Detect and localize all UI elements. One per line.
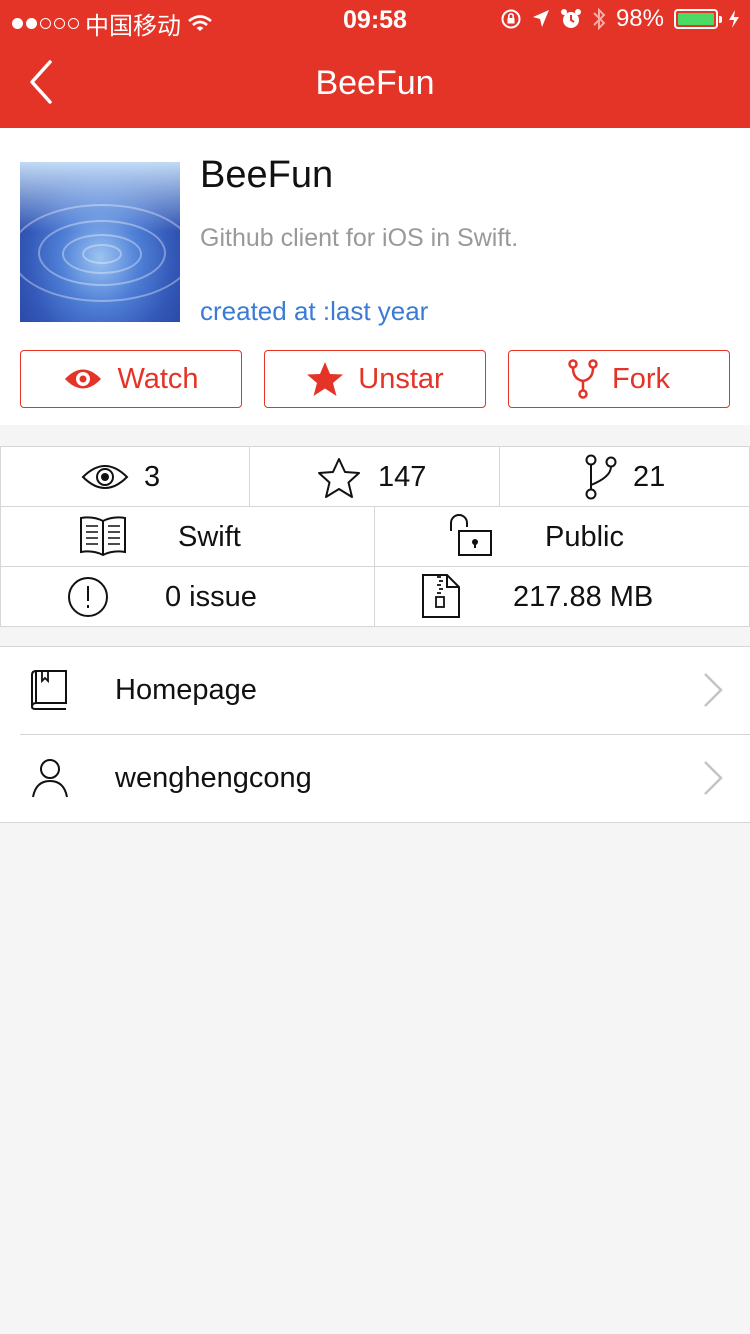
unlock-icon bbox=[450, 514, 492, 556]
zip-file-icon bbox=[422, 574, 460, 618]
chevron-right-icon bbox=[704, 761, 723, 795]
unstar-label: Unstar bbox=[358, 362, 444, 395]
repo-header: BeeFun Github client for iOS in Swift. c… bbox=[0, 128, 750, 425]
issues-label: 0 issue bbox=[165, 581, 257, 613]
watchers-count: 3 bbox=[144, 461, 161, 493]
alarm-icon bbox=[560, 9, 581, 28]
rotation-lock-icon bbox=[501, 9, 521, 29]
repo-description: Github client for iOS in Swift. bbox=[200, 224, 519, 252]
forks-count: 21 bbox=[633, 461, 666, 493]
forks-stat[interactable]: 21 bbox=[500, 447, 750, 507]
battery-percent: 98% bbox=[615, 5, 664, 32]
links-list: Homepage wenghengcong bbox=[0, 646, 750, 823]
owner-row[interactable]: wenghengcong bbox=[20, 734, 750, 822]
user-icon bbox=[32, 759, 68, 798]
visibility-label: Public bbox=[545, 521, 624, 553]
charging-icon bbox=[729, 10, 739, 28]
location-icon bbox=[532, 10, 549, 27]
navigation-bar: BeeFun bbox=[0, 40, 750, 128]
homepage-row[interactable]: Homepage bbox=[0, 647, 750, 734]
nav-title: BeeFun bbox=[315, 64, 435, 102]
language-label: Swift bbox=[178, 521, 241, 553]
language-stat: Swift bbox=[0, 507, 375, 567]
star-filled-icon bbox=[307, 362, 344, 396]
book-icon bbox=[80, 516, 126, 557]
repo-avatar bbox=[20, 162, 180, 322]
bookmark-book-icon bbox=[30, 670, 67, 710]
stars-stat[interactable]: 147 bbox=[250, 447, 500, 507]
visibility-stat: Public bbox=[375, 507, 750, 567]
fork-label: Fork bbox=[612, 362, 670, 395]
owner-label: wenghengcong bbox=[115, 762, 312, 794]
repo-created-date: created at :last year bbox=[200, 296, 429, 326]
star-outline-icon bbox=[318, 458, 360, 498]
watch-button[interactable]: Watch bbox=[20, 350, 242, 408]
status-bar: 中国移动 09:58 98% bbox=[0, 0, 750, 40]
status-right: 98% bbox=[500, 5, 740, 33]
watchers-stat[interactable]: 3 bbox=[0, 447, 250, 507]
stars-count: 147 bbox=[378, 461, 427, 493]
issues-stat[interactable]: 0 issue bbox=[0, 567, 375, 627]
battery-icon bbox=[674, 9, 722, 29]
size-stat: 217.88 MB bbox=[375, 567, 750, 627]
fork-icon bbox=[568, 359, 598, 399]
eye-icon bbox=[65, 369, 102, 389]
branch-icon bbox=[585, 454, 617, 500]
repo-name: BeeFun bbox=[200, 154, 334, 196]
bluetooth-icon bbox=[593, 7, 606, 31]
homepage-label: Homepage bbox=[115, 674, 257, 706]
watch-label: Watch bbox=[117, 362, 199, 395]
repo-stats-grid: 3 147 21 Swift Public 0 issue 217.88 MB bbox=[0, 446, 750, 627]
fork-button[interactable]: Fork bbox=[508, 350, 730, 408]
eye-outline-icon bbox=[81, 465, 129, 489]
chevron-right-icon bbox=[704, 673, 723, 707]
unstar-button[interactable]: Unstar bbox=[264, 350, 486, 408]
size-label: 217.88 MB bbox=[513, 581, 654, 613]
alert-circle-icon bbox=[68, 577, 108, 617]
